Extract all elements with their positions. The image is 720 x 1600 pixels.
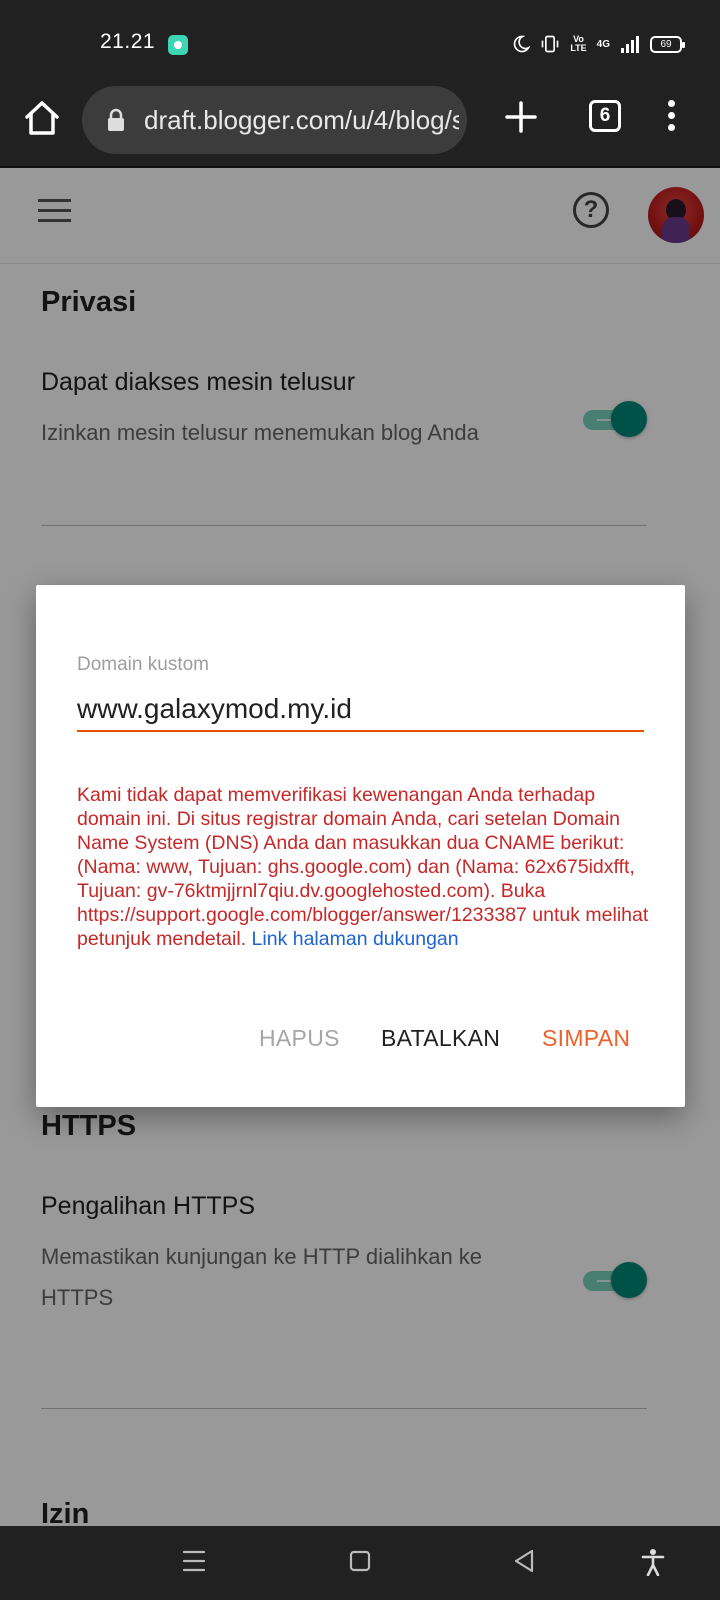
- volte-icon: Vo LTE: [570, 34, 587, 53]
- support-page-link[interactable]: Link halaman dukungan: [252, 928, 459, 950]
- save-button[interactable]: SIMPAN: [542, 1025, 630, 1052]
- recent-apps-icon[interactable]: [182, 1548, 206, 1574]
- home-nav-icon[interactable]: [348, 1548, 372, 1574]
- back-icon[interactable]: [512, 1548, 536, 1574]
- domain-error-message: Kami tidak dapat memverifikasi kewenanga…: [77, 783, 649, 951]
- app-notification-icon: [168, 35, 188, 55]
- vibrate-icon: [541, 35, 559, 53]
- browser-toolbar: draft.blogger.com/u/4/blog/settings 6: [0, 84, 720, 168]
- home-icon[interactable]: [22, 98, 62, 138]
- custom-domain-label: Domain kustom: [77, 654, 209, 675]
- more-menu-icon[interactable]: [664, 100, 678, 136]
- signal-icon: [621, 36, 639, 53]
- tab-switcher-button[interactable]: 6: [589, 100, 621, 132]
- status-bar: 21.21 Vo LTE 4G 69: [0, 0, 720, 84]
- error-text: Kami tidak dapat memverifikasi kewenanga…: [77, 784, 649, 950]
- lock-icon: [108, 108, 124, 131]
- new-tab-icon[interactable]: [503, 99, 539, 135]
- network-type: 4G: [596, 38, 610, 50]
- url-text[interactable]: draft.blogger.com/u/4/blog/settings: [144, 105, 459, 136]
- moon-icon: [514, 35, 531, 53]
- status-icons: Vo LTE 4G 69: [512, 32, 685, 56]
- cancel-button[interactable]: BATALKAN: [381, 1025, 500, 1052]
- accessibility-icon[interactable]: [640, 1548, 666, 1576]
- custom-domain-input[interactable]: [77, 688, 644, 732]
- custom-domain-dialog: Domain kustom Kami tidak dapat memverifi…: [36, 585, 685, 1107]
- address-bar[interactable]: draft.blogger.com/u/4/blog/settings: [82, 86, 467, 154]
- delete-button[interactable]: HAPUS: [259, 1025, 340, 1052]
- system-nav-bar: [0, 1526, 720, 1600]
- status-time: 21.21: [100, 30, 156, 53]
- battery-icon: 69: [650, 35, 685, 53]
